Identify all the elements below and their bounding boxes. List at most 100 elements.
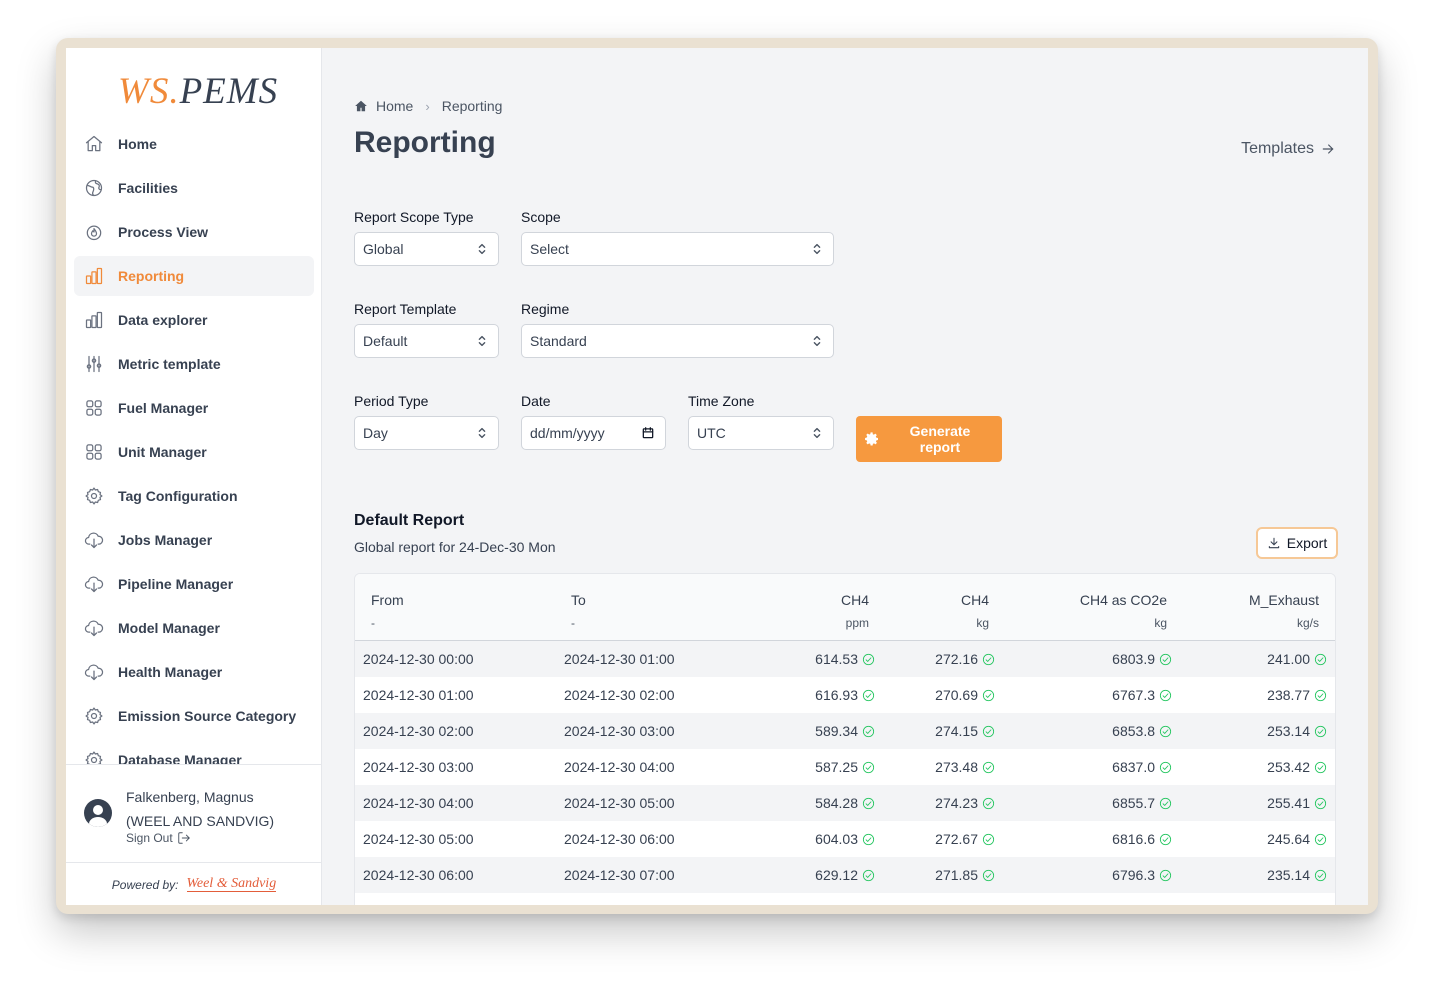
sidebar-item-fuel-manager[interactable]: Fuel Manager [74, 388, 314, 428]
calendar-icon[interactable] [641, 426, 655, 440]
column-unit: - [571, 616, 575, 630]
table-cell: 6837.0 [1112, 749, 1172, 785]
sidebar-item-label: Metric template [118, 356, 221, 372]
cell-value: 273.48 [935, 759, 978, 775]
sidebar-item-jobs-manager[interactable]: Jobs Manager [74, 520, 314, 560]
table-cell: 273.48 [935, 749, 995, 785]
generate-report-button[interactable]: Generate report [856, 416, 1002, 462]
check-circle-icon [862, 761, 875, 773]
cell-value: 6796.3 [1112, 867, 1155, 883]
column-name: CH4 [960, 592, 989, 608]
date-label: Date [521, 393, 551, 409]
table-cell: 614.53 [815, 641, 875, 677]
cell-value: 616.93 [815, 687, 858, 703]
export-button[interactable]: Export [1256, 527, 1338, 559]
cell-value: 2024-12-30 04:00 [363, 795, 474, 811]
sidebar-item-label: Tag Configuration [118, 488, 238, 504]
table-cell: 245.64 [1267, 821, 1327, 857]
bar-chart-icon [84, 310, 104, 330]
regime-select[interactable]: Standard [521, 324, 834, 358]
table-row: 2024-12-30 05:00 2024-12-30 06:00 604.03 27… [355, 821, 1335, 857]
template-select[interactable]: Default [354, 324, 499, 358]
column-unit: kg/s [1296, 616, 1319, 630]
table-cell: 255.41 [1267, 785, 1327, 821]
cell-value: 253.42 [1267, 759, 1310, 775]
sidebar-item-data-explorer[interactable]: Data explorer [74, 300, 314, 340]
scope-select[interactable]: Select [521, 232, 834, 266]
sidebar-item-reporting[interactable]: Reporting [74, 256, 314, 296]
cell-value: 241.00 [1267, 651, 1310, 667]
check-circle-icon [982, 869, 995, 881]
sidebar-item-label: Model Manager [118, 620, 220, 636]
table-cell: 2024-12-30 05:00 [363, 821, 474, 857]
arrow-right-icon [1322, 144, 1334, 154]
check-circle-icon [1314, 833, 1327, 845]
sidebar-item-database-manager[interactable]: Database Manager [74, 740, 314, 764]
check-circle-icon [1159, 869, 1172, 881]
table-cell: 272.16 [935, 641, 995, 677]
sidebar-item-health-manager[interactable]: Health Manager [74, 652, 314, 692]
sidebar-item-home[interactable]: Home [74, 124, 314, 164]
sidebar-item-model-manager[interactable]: Model Manager [74, 608, 314, 648]
period-type-select[interactable]: Day [354, 416, 499, 450]
cell-value: 6816.6 [1112, 831, 1155, 847]
period-type-label: Period Type [354, 393, 429, 409]
sidebar-item-pipeline-manager[interactable]: Pipeline Manager [74, 564, 314, 604]
sidebar-item-label: Health Manager [118, 664, 223, 680]
sidebar-item-unit-manager[interactable]: Unit Manager [74, 432, 314, 472]
home-icon [355, 100, 367, 112]
check-circle-icon [862, 725, 875, 737]
breadcrumb-home[interactable]: Home [376, 98, 413, 114]
table-cell: 6767.3 [1112, 677, 1172, 713]
grid-icon [84, 398, 104, 418]
table-cell: 2024-12-30 07:00 [564, 857, 675, 893]
time-zone-select[interactable]: UTC [688, 416, 834, 450]
sidebar-item-metric-template[interactable]: Metric template [74, 344, 314, 384]
templates-link[interactable]: Templates [1241, 140, 1336, 158]
check-circle-icon [1314, 725, 1327, 737]
table-cell: 274.15 [935, 713, 995, 749]
sidebar-item-process-view[interactable]: Process View [74, 212, 314, 252]
scope-type-select[interactable]: Global [354, 232, 499, 266]
table-cell: 2024-12-30 06:00 [363, 857, 474, 893]
table-cell: 2024-12-30 04:00 [363, 785, 474, 821]
table-cell: 2024-12-30 04:00 [564, 749, 675, 785]
sidebar-item-label: Emission Source Category [118, 708, 297, 724]
sidebar-item-facilities[interactable]: Facilities [74, 168, 314, 208]
sidebar-item-label: Unit Manager [118, 444, 207, 460]
table-cell: 6796.3 [1112, 857, 1172, 893]
user-name-block: Falkenberg, Magnus (WEEL AND SANDVIG) [126, 785, 316, 833]
table-cell: 253.14 [1267, 713, 1327, 749]
app-logo[interactable]: WS.PEMS [118, 70, 278, 113]
column-unit: kg [1154, 616, 1167, 630]
check-circle-icon [982, 833, 995, 845]
check-circle-icon [1314, 797, 1327, 809]
scope-label: Scope [521, 209, 561, 225]
sidebar: WS.PEMS Home Facilities Process View Report… [66, 48, 322, 905]
table-cell: 238.77 [1267, 677, 1327, 713]
column-name: To [571, 592, 586, 608]
cell-value: 270.69 [935, 687, 978, 703]
scope-type-field: Report Scope Type Global [354, 209, 499, 266]
cell-value: 614.53 [815, 651, 858, 667]
report-table: From - To - CH4 ppm CH4 kg CH4 as CO2e kg M_Exhaus… [354, 573, 1336, 905]
check-circle-icon [1159, 833, 1172, 845]
date-input[interactable]: dd/mm/yyyy [521, 416, 666, 450]
sign-out-link[interactable]: Sign Out [126, 831, 191, 845]
cell-value: 272.16 [935, 651, 978, 667]
download-icon [1268, 537, 1279, 549]
sidebar-item-tag-configuration[interactable]: Tag Configuration [74, 476, 314, 516]
logo-dot: . [169, 71, 180, 112]
cell-value: 6767.3 [1112, 687, 1155, 703]
table-cell: 629.12 [815, 857, 875, 893]
breadcrumb: Home › Reporting [354, 98, 502, 114]
period-type-field: Period Type Day [354, 393, 499, 450]
cell-value: 274.23 [935, 795, 978, 811]
avatar [84, 799, 112, 827]
cell-value: 587.25 [815, 759, 858, 775]
sidebar-item-emission-source-category[interactable]: Emission Source Category [74, 696, 314, 736]
report-title: Default Report [354, 512, 465, 529]
template-label: Report Template [354, 301, 457, 317]
cell-value: 272.67 [935, 831, 978, 847]
cell-value: 245.64 [1267, 831, 1310, 847]
